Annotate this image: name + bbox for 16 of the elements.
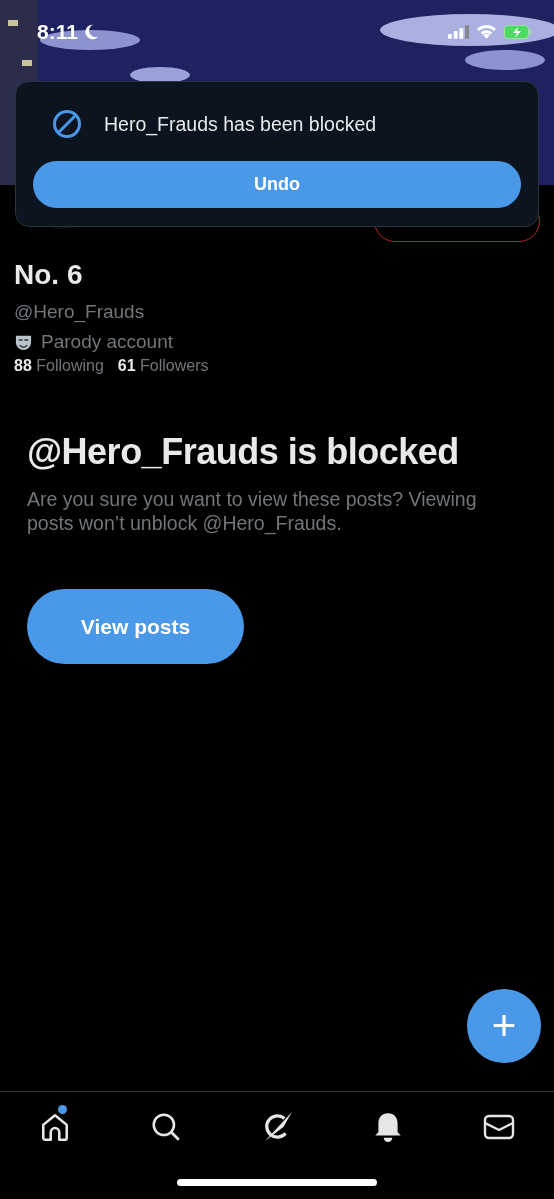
profile-handle: @Hero_Frauds [14,301,146,323]
parody-label: Parody account [41,331,174,353]
follow-count-link[interactable]: 61 Followers [117,357,209,375]
signal-icon [448,25,469,39]
follow-count-link[interactable]: 88 Following [14,357,104,375]
blocked-description: Are you sure you want to view these posts? Viewing posts won’t unblock @Hero_Frauds. [27,487,478,535]
battery-icon [504,25,532,39]
undo-button[interactable]: Undo [33,161,521,208]
profile-name: No. 6 [14,259,84,291]
toast-message: Hero_Frauds has been blocked [104,112,377,136]
view-posts-button[interactable]: View posts [27,589,244,664]
wifi-icon [476,24,497,40]
blocked-icon [52,109,82,139]
blocked-heading: @Hero_Frauds is blocked [27,431,460,473]
status-time: 8:11 [37,20,78,44]
compose-button[interactable]: + [467,989,541,1063]
